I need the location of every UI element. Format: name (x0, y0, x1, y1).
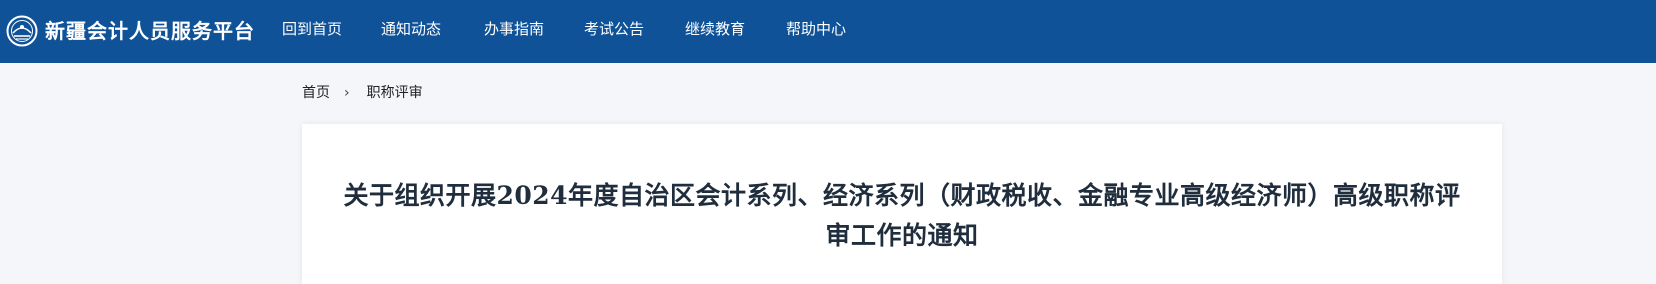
breadcrumb-current[interactable]: 职称评审 (367, 83, 423, 103)
breadcrumb: 首页 › 职称评审 (302, 83, 423, 103)
article-card: 关于组织开展2024年度自治区会计系列、经济系列（财政税收、金融专业高级经济师）… (302, 124, 1502, 284)
nav-help-link[interactable]: 帮助中心 (786, 18, 846, 40)
nav-exam-link[interactable]: 考试公告 (584, 18, 644, 40)
site-title: 新疆会计人员服务平台 (45, 19, 255, 43)
emblem-icon (6, 15, 38, 47)
nav-home-link[interactable]: 回到首页 (282, 18, 342, 40)
nav-education-link[interactable]: 继续教育 (685, 18, 745, 40)
breadcrumb-separator: › (344, 85, 350, 101)
nav-notices-link[interactable]: 通知动态 (381, 18, 441, 40)
top-navigation-bar: 新疆会计人员服务平台 回到首页 通知动态 办事指南 考试公告 继续教育 帮助中心 (0, 0, 1656, 63)
nav-guide-link[interactable]: 办事指南 (484, 18, 544, 40)
article-title: 关于组织开展2024年度自治区会计系列、经济系列（财政税收、金融专业高级经济师）… (343, 181, 1461, 250)
breadcrumb-home-link[interactable]: 首页 (302, 83, 330, 103)
site-logo[interactable]: 新疆会计人员服务平台 (6, 13, 255, 49)
